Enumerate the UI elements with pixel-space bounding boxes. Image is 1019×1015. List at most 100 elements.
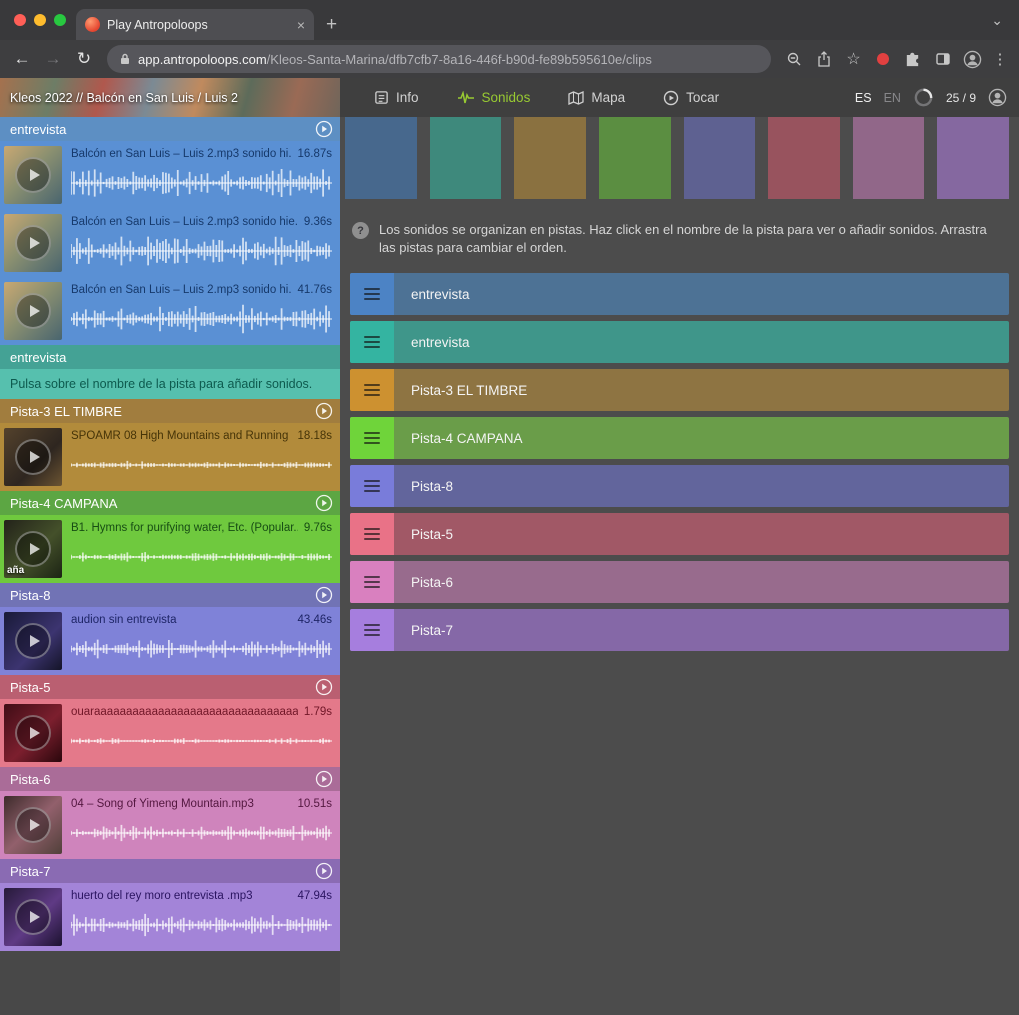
- clip-play-icon[interactable]: [15, 899, 51, 935]
- window-minimize-button[interactable]: [34, 14, 46, 26]
- address-bar[interactable]: app.antropoloops.com/Kleos-Santa-Marina/…: [107, 45, 771, 73]
- audio-clip[interactable]: huerto del rey moro entrevista .mp347.94…: [0, 883, 340, 951]
- track-row[interactable]: entrevista: [350, 273, 1009, 315]
- clip-play-icon[interactable]: [15, 715, 51, 751]
- clip-thumbnail[interactable]: [4, 214, 62, 272]
- audio-clip[interactable]: SPOAMR 08 High Mountains and Running ...…: [0, 423, 340, 491]
- clip-thumbnail[interactable]: [4, 704, 62, 762]
- lang-en-button[interactable]: EN: [884, 91, 901, 105]
- track-row[interactable]: Pista-6: [350, 561, 1009, 603]
- tab-mapa-label: Mapa: [591, 90, 625, 105]
- track-row[interactable]: Pista-3 EL TIMBRE: [350, 369, 1009, 411]
- drag-handle[interactable]: [350, 417, 394, 459]
- track-row[interactable]: Pista-7: [350, 609, 1009, 651]
- extensions-button[interactable]: [899, 51, 926, 68]
- audio-clip[interactable]: Balcón en San Luis – Luis 2.mp3 sonido h…: [0, 141, 340, 209]
- breadcrumb[interactable]: Kleos 2022 // Balcón en San Luis / Luis …: [0, 78, 340, 117]
- clip-waveform: [71, 905, 332, 945]
- audio-clip[interactable]: Balcón en San Luis – Luis 2.mp3 sonido h…: [0, 277, 340, 345]
- account-icon[interactable]: [988, 88, 1007, 107]
- sidebar-track-header[interactable]: Pista-8: [0, 583, 340, 607]
- tab-search-chevron-icon[interactable]: ⌄: [991, 12, 1003, 29]
- clip-play-icon[interactable]: [15, 531, 51, 567]
- profile-button[interactable]: [959, 50, 986, 69]
- clip-play-icon[interactable]: [15, 439, 51, 475]
- clip-play-icon[interactable]: [15, 225, 51, 261]
- clip-play-icon[interactable]: [15, 293, 51, 329]
- track-play-button[interactable]: [315, 494, 333, 512]
- drag-handle-bar-icon: [364, 581, 380, 583]
- track-color-swatch[interactable]: [345, 117, 417, 199]
- sidebar-track-header[interactable]: entrevista: [0, 345, 340, 369]
- track-play-button[interactable]: [315, 678, 333, 696]
- track-color-swatch[interactable]: [768, 117, 840, 199]
- browser-tab[interactable]: Play Antropoloops ×: [76, 9, 314, 40]
- bookmark-star-icon[interactable]: ☆: [840, 49, 867, 69]
- recording-extension-icon[interactable]: [877, 53, 889, 65]
- sidebar-track-header[interactable]: Pista-5: [0, 675, 340, 699]
- sidebar-track-header[interactable]: Pista-7: [0, 859, 340, 883]
- back-button[interactable]: ←: [8, 49, 36, 69]
- clip-thumbnail[interactable]: [4, 796, 62, 854]
- audio-clip[interactable]: ouaraaaaaaaaaaaaaaaaaaaaaaaaaaaaaaaaa...…: [0, 699, 340, 767]
- drag-handle-bar-icon: [364, 298, 380, 300]
- tab-tocar[interactable]: Tocar: [663, 90, 719, 106]
- track-color-swatch[interactable]: [430, 117, 502, 199]
- track-play-button[interactable]: [315, 770, 333, 788]
- tab-mapa[interactable]: Mapa: [568, 90, 625, 105]
- reload-button[interactable]: ↻: [70, 49, 98, 69]
- drag-handle[interactable]: [350, 321, 394, 363]
- drag-handle[interactable]: [350, 513, 394, 555]
- audio-clip[interactable]: 04 – Song of Yimeng Mountain.mp310.51s: [0, 791, 340, 859]
- track-color-swatch[interactable]: [937, 117, 1009, 199]
- track-color-swatch[interactable]: [853, 117, 925, 199]
- tab-info[interactable]: Info: [374, 90, 419, 105]
- clip-thumbnail[interactable]: [4, 612, 62, 670]
- drag-handle[interactable]: [350, 465, 394, 507]
- clip-thumbnail[interactable]: [4, 428, 62, 486]
- sidebar-track-header[interactable]: entrevista: [0, 117, 340, 141]
- tab-sonidos[interactable]: Sonidos: [457, 90, 531, 105]
- drag-handle[interactable]: [350, 369, 394, 411]
- new-tab-button[interactable]: +: [326, 15, 337, 34]
- track-row[interactable]: entrevista: [350, 321, 1009, 363]
- drag-handle[interactable]: [350, 561, 394, 603]
- lang-es-button[interactable]: ES: [855, 91, 872, 105]
- audio-clip[interactable]: añaB1. Hymns for purifying water, Etc. (…: [0, 515, 340, 583]
- window-close-button[interactable]: [14, 14, 26, 26]
- track-play-button[interactable]: [315, 402, 333, 420]
- track-play-button[interactable]: [315, 586, 333, 604]
- clip-thumbnail[interactable]: [4, 146, 62, 204]
- audio-clip[interactable]: Balcón en San Luis – Luis 2.mp3 sonido h…: [0, 209, 340, 277]
- share-button[interactable]: [810, 51, 837, 67]
- clip-play-icon[interactable]: [15, 807, 51, 843]
- sidebar-track-name: Pista-8: [10, 588, 50, 603]
- clip-thumbnail[interactable]: [4, 282, 62, 340]
- track-row[interactable]: Pista-4 CAMPANA: [350, 417, 1009, 459]
- clip-body: B1. Hymns for purifying water, Etc. (Pop…: [67, 515, 340, 583]
- drag-handle[interactable]: [350, 609, 394, 651]
- sidebar-track-header[interactable]: Pista-4 CAMPANA: [0, 491, 340, 515]
- track-play-button[interactable]: [315, 120, 333, 138]
- window-controls: [14, 14, 66, 26]
- tab-close-icon[interactable]: ×: [297, 18, 305, 32]
- clip-play-icon[interactable]: [15, 623, 51, 659]
- forward-button[interactable]: →: [39, 49, 67, 69]
- clip-thumbnail[interactable]: [4, 888, 62, 946]
- sidebar-track-header[interactable]: Pista-6: [0, 767, 340, 791]
- track-row[interactable]: Pista-8: [350, 465, 1009, 507]
- drag-handle[interactable]: [350, 273, 394, 315]
- browser-menu-button[interactable]: ⋮: [989, 50, 1011, 68]
- clip-play-icon[interactable]: [15, 157, 51, 193]
- track-color-swatch[interactable]: [514, 117, 586, 199]
- track-play-button[interactable]: [315, 862, 333, 880]
- side-panel-button[interactable]: [929, 51, 956, 67]
- audio-clip[interactable]: audion sin entrevista43.46s: [0, 607, 340, 675]
- zoom-button[interactable]: [780, 51, 807, 67]
- window-zoom-button[interactable]: [54, 14, 66, 26]
- track-row[interactable]: Pista-5: [350, 513, 1009, 555]
- track-color-swatch[interactable]: [684, 117, 756, 199]
- sidebar-track-header[interactable]: Pista-3 EL TIMBRE: [0, 399, 340, 423]
- track-color-swatch[interactable]: [599, 117, 671, 199]
- clip-thumbnail[interactable]: aña: [4, 520, 62, 578]
